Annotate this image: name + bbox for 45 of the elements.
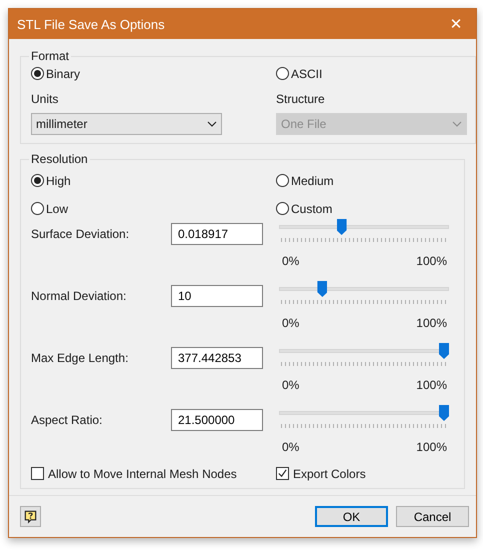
slider-thumb[interactable] [439,343,449,359]
radio-option[interactable]: Custom [276,200,332,217]
field-label: Units [31,92,60,106]
slider-thumb[interactable] [317,281,328,297]
close-button[interactable]: ✕ [436,9,476,39]
scale-label: 100% [416,254,447,268]
radio-option[interactable]: Medium [276,172,334,189]
chevron-icon [207,121,217,127]
dialog-button[interactable]: OK [315,506,388,527]
dialog-button[interactable]: Cancel [396,506,469,527]
value-field[interactable]: 10 [171,285,263,307]
window-title: STL File Save As Options [17,16,165,32]
radio-option[interactable]: ASCII [276,65,322,82]
radio-option[interactable]: Binary [31,65,80,82]
group-title: Resolution [30,152,89,166]
slider[interactable] [279,281,449,297]
parameter-label: Surface Deviation: [31,226,130,241]
slider-thumb[interactable] [439,405,449,421]
field-label: Structure [276,92,326,106]
slider[interactable] [279,405,449,421]
group-title: Format [30,49,70,63]
checkbox-option[interactable]: Export Colors [276,465,366,482]
units-dropdown[interactable]: millimeter [31,113,222,135]
slider[interactable] [279,219,449,235]
scale-label: 0% [282,440,300,454]
slider[interactable] [279,343,449,359]
radio-option[interactable]: Low [31,200,68,217]
checkbox-option[interactable]: Allow to Move Internal Mesh Nodes [31,465,237,482]
scale-label: 0% [282,316,300,330]
checkmark-icon [277,468,288,479]
value-field[interactable]: 377.442853 [171,347,263,369]
help-icon[interactable] [20,506,41,527]
scale-label: 100% [416,440,447,454]
chevron-icon [452,121,462,127]
parameter-label: Max Edge Length: [31,350,130,365]
radio-option[interactable]: High [31,172,71,189]
value-field[interactable]: 21.500000 [171,409,263,431]
parameter-label: Normal Deviation: [31,288,128,303]
slider-thumb[interactable] [336,219,347,235]
scale-label: 100% [416,378,447,392]
scale-label: 100% [416,316,447,330]
parameter-label: Aspect Ratio: [31,412,104,427]
scale-label: 0% [282,378,300,392]
value-field[interactable]: 0.018917 [171,223,263,245]
scale-label: 0% [282,254,300,268]
